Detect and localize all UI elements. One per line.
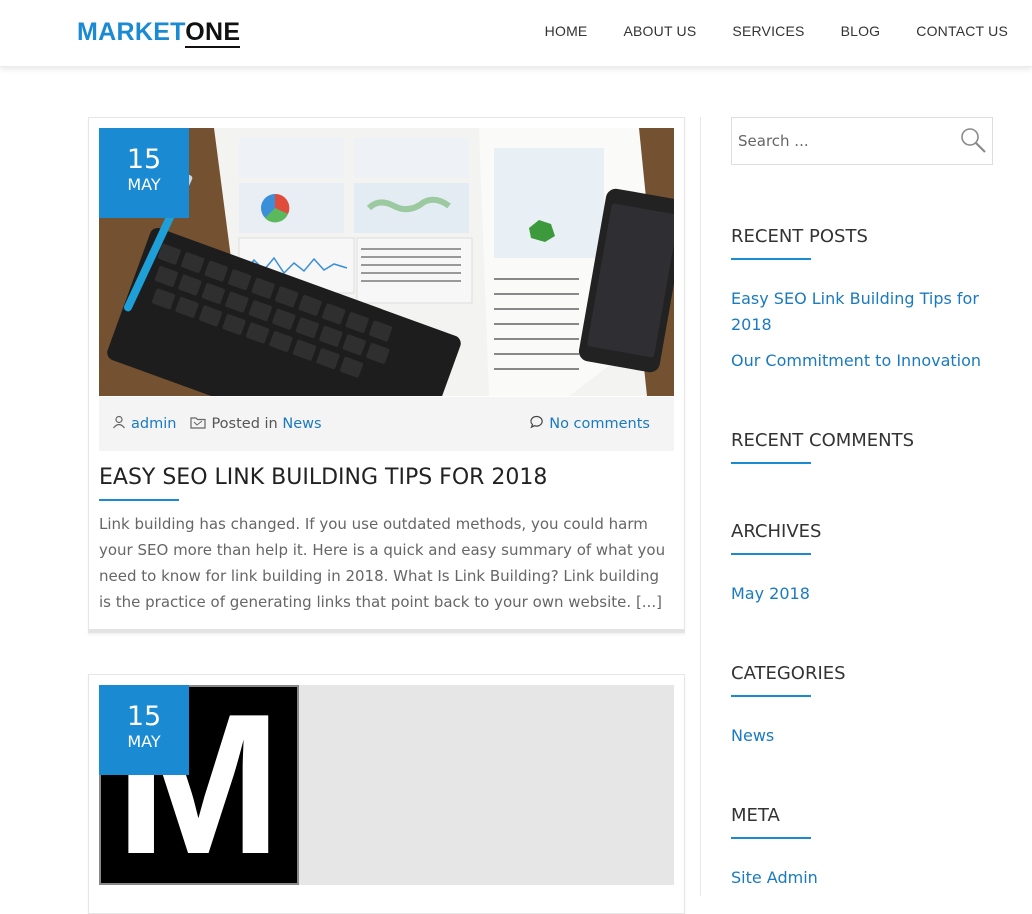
posted-in-label: Posted in	[211, 416, 278, 432]
widget-title-categories: CATEGORIES	[731, 663, 846, 684]
post-title[interactable]: EASY SEO LINK BUILDING TIPS FOR 2018	[99, 465, 547, 490]
user-icon	[112, 415, 126, 433]
nav-home[interactable]: HOME	[545, 23, 588, 39]
search-form	[731, 117, 993, 165]
blog-post: M 15 MAY	[88, 674, 685, 914]
widget-title-recent-posts: RECENT POSTS	[731, 226, 868, 247]
post-date-month: MAY	[127, 732, 161, 751]
recent-post-link[interactable]: Easy SEO Link Building Tips for 2018	[731, 286, 993, 338]
comment-icon	[530, 415, 544, 433]
post-date-badge: 15 MAY	[99, 685, 189, 775]
nav-contact-us[interactable]: CONTACT US	[916, 23, 1008, 39]
site-header: MARKETONE HOME ABOUT US SERVICES BLOG CO…	[0, 0, 1032, 67]
main-nav: HOME ABOUT US SERVICES BLOG CONTACT US	[545, 23, 1008, 39]
post-excerpt: Link building has changed. If you use ou…	[99, 515, 666, 611]
nav-about-us[interactable]: ABOUT US	[623, 23, 696, 39]
recent-post-link[interactable]: Our Commitment to Innovation	[731, 348, 993, 374]
title-underline	[99, 499, 179, 501]
category-link[interactable]: News	[731, 723, 993, 749]
search-input[interactable]	[733, 119, 951, 163]
post-meta: admin Posted in News No comments	[99, 397, 674, 451]
blog-post: 15 MAY admin Posted in News No comments …	[88, 117, 685, 633]
folder-icon	[190, 415, 207, 433]
post-category-link[interactable]: News	[282, 416, 321, 432]
site-logo[interactable]: MARKETONE	[77, 18, 241, 48]
widget-title-recent-comments: RECENT COMMENTS	[731, 430, 915, 451]
meta-link-site-admin[interactable]: Site Admin	[731, 865, 993, 891]
nav-blog[interactable]: BLOG	[841, 23, 881, 39]
nav-services[interactable]: SERVICES	[732, 23, 804, 39]
post-comments-link[interactable]: No comments	[549, 416, 650, 432]
widget-underline	[731, 695, 811, 697]
widget-title-meta: META	[731, 805, 780, 826]
widget-underline	[731, 258, 811, 260]
archive-link[interactable]: May 2018	[731, 581, 993, 607]
logo-text-one: ONE	[185, 18, 241, 48]
logo-text-market: MARKET	[77, 18, 186, 46]
post-date-day: 15	[126, 701, 162, 732]
post-date-badge: 15 MAY	[99, 128, 189, 218]
search-icon[interactable]	[958, 125, 988, 159]
widget-underline	[731, 837, 811, 839]
post-date-day: 15	[126, 144, 162, 175]
widget-underline	[731, 553, 811, 555]
widget-underline	[731, 462, 811, 464]
sidebar-divider	[700, 117, 701, 896]
post-date-month: MAY	[127, 175, 161, 194]
widget-title-archives: ARCHIVES	[731, 521, 822, 542]
post-author-link[interactable]: admin	[131, 416, 176, 432]
